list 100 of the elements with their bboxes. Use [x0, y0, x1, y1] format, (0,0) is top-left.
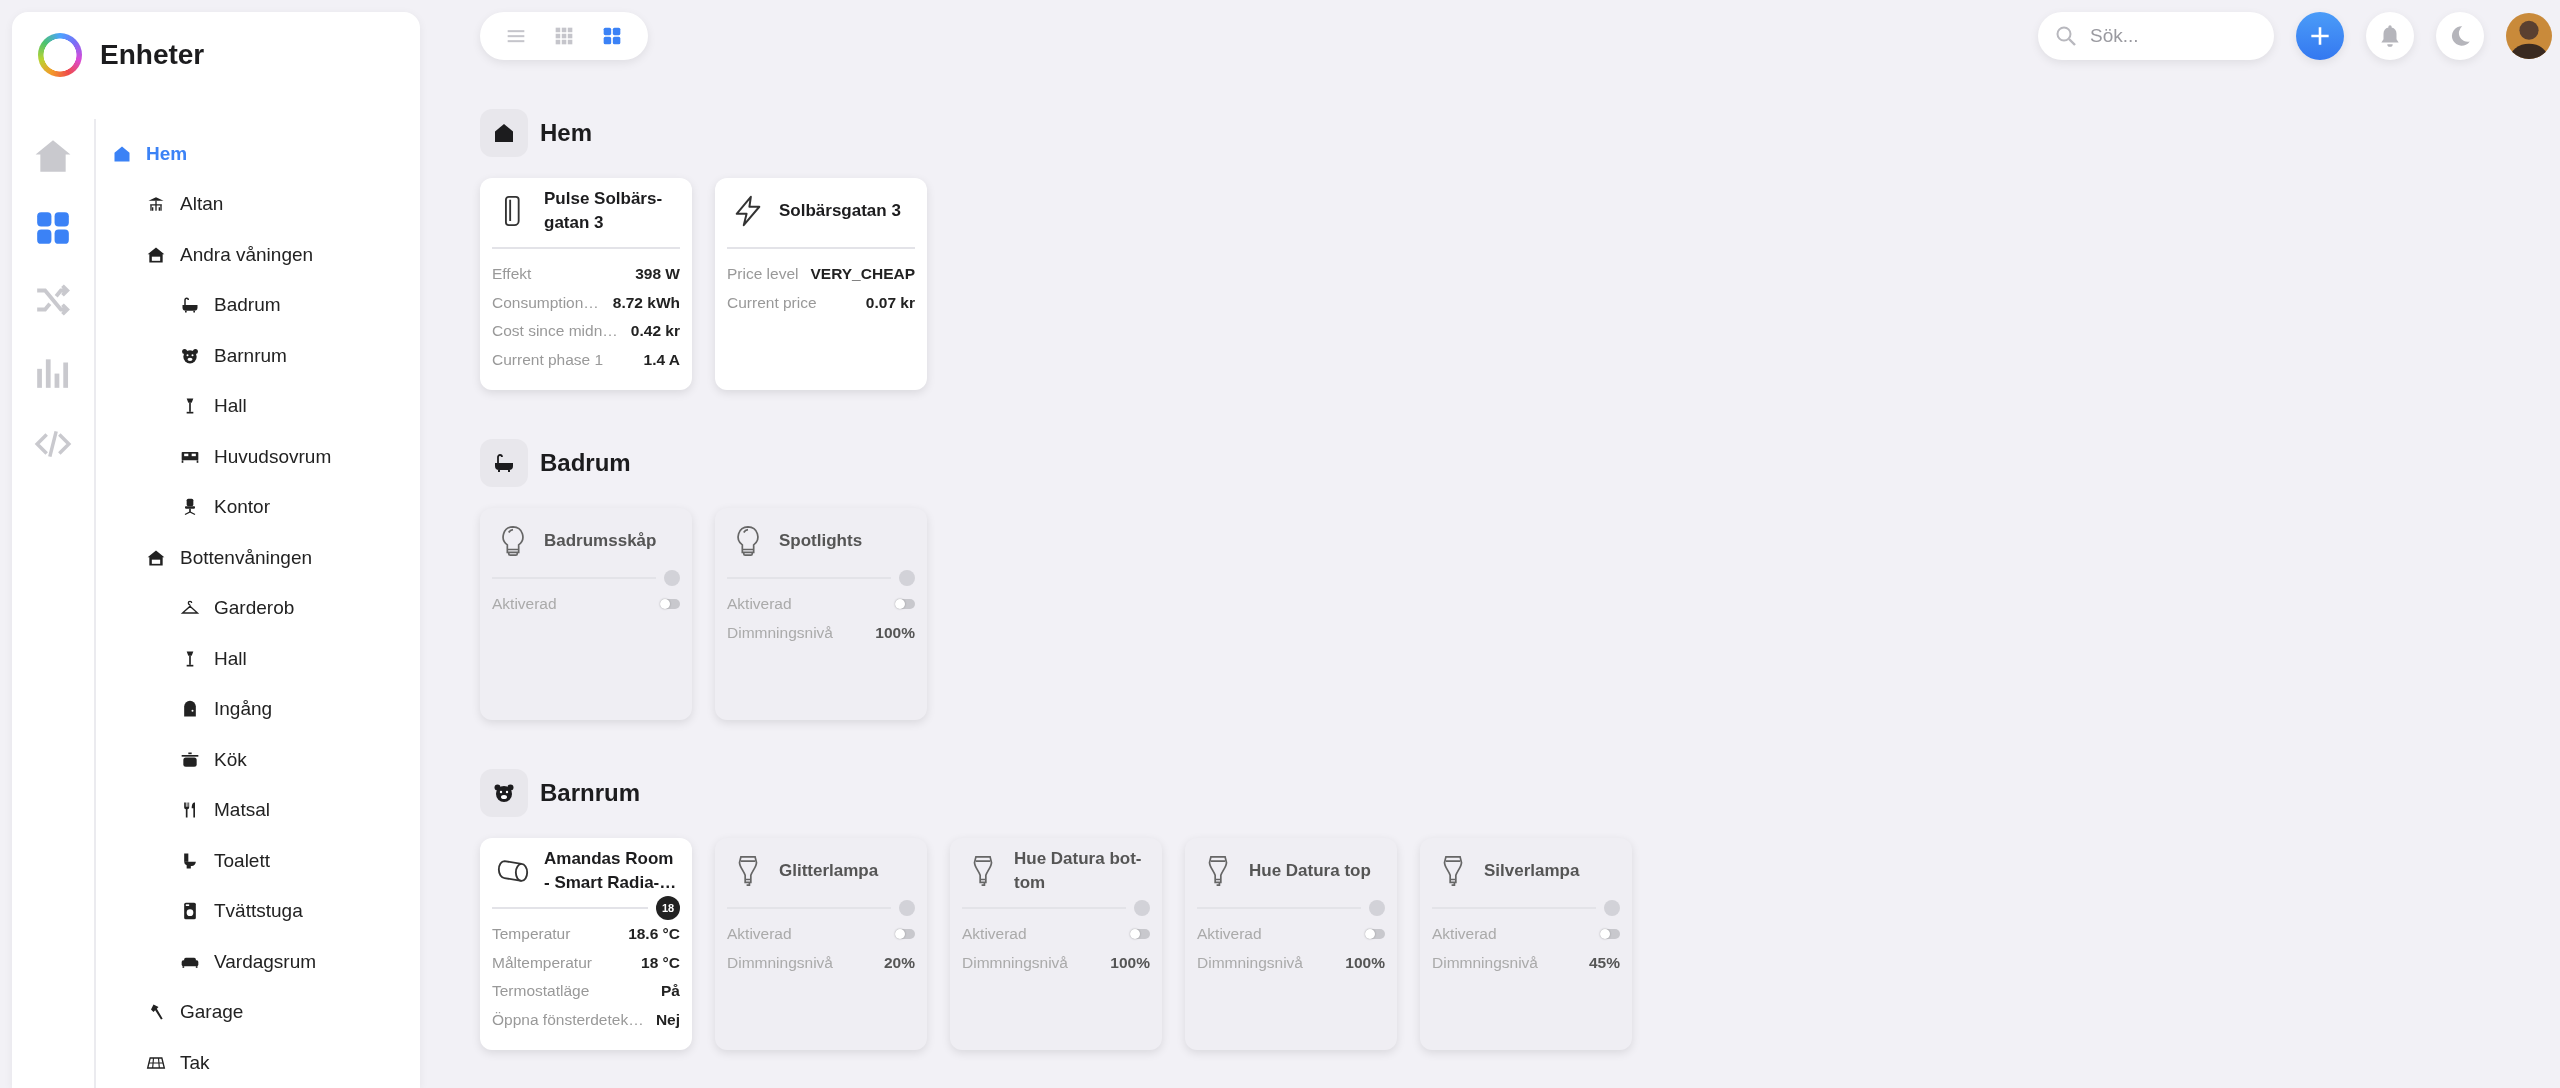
toggle-switch[interactable] [1600, 929, 1620, 940]
tree-item[interactable]: Hem [96, 128, 332, 179]
attribute-value: Nej [655, 1010, 680, 1029]
attribute-value: 398 W [635, 265, 680, 284]
device-name: Glitterlampa [779, 860, 879, 883]
tree-item[interactable]: Altan [96, 179, 332, 230]
tree-item[interactable]: Matsal [96, 785, 332, 836]
slider-knob[interactable] [899, 570, 915, 586]
house-icon [492, 121, 516, 145]
slider-knob[interactable] [1604, 900, 1620, 916]
attribute-label: Temperatur [492, 925, 571, 944]
ring-logo-icon [38, 33, 82, 78]
device-name: Hue Datura bot-tom [1014, 848, 1143, 894]
toggle-switch[interactable] [1365, 929, 1385, 940]
attribute-label: Price level [727, 265, 799, 284]
attribute-value: 0.42 kr [630, 322, 680, 341]
attribute-label: Termostatläge [492, 982, 590, 1001]
tree-item[interactable]: Badrum [96, 280, 332, 331]
device-card[interactable]: Glitterlampa Aktiverad Dimmningsnivå 20% [715, 838, 927, 1050]
slider-knob[interactable] [1369, 900, 1385, 916]
tree-item[interactable]: Hall [96, 381, 332, 432]
tree-item[interactable]: Hall [96, 633, 332, 684]
attribute-value: 8.72 kWh [612, 293, 680, 312]
device-name: Badrumsskåp [544, 530, 657, 553]
attribute-label: Cost since midn… [492, 322, 618, 341]
attribute-label: Måltemperatur [492, 953, 592, 972]
attribute-value: 20% [883, 953, 915, 972]
tree-item[interactable]: Ingång [96, 684, 332, 735]
device-name: Solbärsgatan 3 [779, 200, 901, 223]
device-name: Spotlights [779, 530, 863, 553]
device-card[interactable]: Amandas Room - Smart Radia-… 18 Temperatur 18.6 °C Måltemperatur 18 °C Termostatläge På Öppna fönsterdetek… Nej [480, 838, 692, 1050]
device-card[interactable]: Solbärsgatan 3 Price level VERY_CHEAP Current price 0.07 kr [715, 178, 927, 390]
page-title: Enheter [100, 39, 205, 72]
tree-item[interactable]: Tak [96, 1037, 332, 1088]
slider-knob[interactable] [1134, 900, 1150, 916]
tree-item[interactable]: Garderob [96, 583, 332, 634]
attribute-label: Current phase 1 [492, 350, 604, 369]
device-name: Amandas Room - Smart Radia-… [544, 848, 678, 894]
attribute-value: 1.4 A [643, 350, 680, 369]
search-field[interactable]: Sök... [2038, 12, 2274, 60]
toggle-switch[interactable] [895, 929, 915, 940]
device-card[interactable]: Hue Datura bot-tom Aktiverad Dimmningsnivå 100% [950, 838, 1162, 1050]
tree-item[interactable]: Kontor [96, 482, 332, 533]
attribute-label: Aktiverad [727, 925, 792, 944]
section-title: Hem [540, 119, 593, 147]
attribute-value: 0.07 kr [865, 293, 915, 312]
attribute-label: Dimmningsnivå [1432, 953, 1538, 972]
bathtub-icon [180, 295, 200, 316]
attribute-value: VERY_CHEAP [810, 265, 915, 284]
attribute-label: Dimmningsnivå [962, 953, 1068, 972]
target-temperature-badge[interactable]: 18 [656, 896, 680, 920]
grid-view-icon[interactable] [602, 26, 622, 46]
tree-item[interactable]: Huvudsovrum [96, 431, 332, 482]
tree-item[interactable]: Garage [96, 987, 332, 1038]
attribute-label: Aktiverad [962, 925, 1027, 944]
device-name: Pulse Solbärs-gatan 3 [544, 188, 664, 234]
attribute-value: På [661, 982, 680, 1001]
avatar[interactable] [2506, 13, 2552, 59]
tree-item[interactable]: Tvättstuga [96, 886, 332, 937]
slider-knob[interactable] [899, 900, 915, 916]
device-card[interactable]: Pulse Solbärs-gatan 3 Effekt 398 W Consumption… 8.72 kWh Cost since midn… 0.42 kr Current phase 1 1.4 A [480, 178, 692, 390]
attribute-label: Aktiverad [727, 595, 792, 614]
add-button[interactable] [2296, 12, 2344, 60]
attribute-label: Dimmningsnivå [727, 623, 833, 642]
toggle-switch[interactable] [1130, 929, 1150, 940]
device-name: Hue Datura top [1249, 860, 1371, 883]
attribute-label: Dimmningsnivå [1197, 953, 1303, 972]
tree-item[interactable]: Andra våningen [96, 229, 332, 280]
attribute-label: Aktiverad [1432, 925, 1497, 944]
tree-item[interactable]: Barnrum [96, 330, 332, 381]
toggle-switch[interactable] [660, 599, 680, 610]
small-grid-view-icon[interactable] [554, 26, 574, 46]
tree-item[interactable]: Vardagsrum [96, 936, 332, 987]
attribute-label: Current price [727, 293, 817, 312]
attribute-value: 100% [875, 623, 915, 642]
toggle-switch[interactable] [895, 599, 915, 610]
tree-item[interactable]: Toalett [96, 835, 332, 886]
attribute-value: 18.6 °C [628, 925, 680, 944]
attribute-value: 18 °C [641, 953, 680, 972]
attribute-label: Dimmningsnivå [727, 953, 833, 972]
device-card[interactable]: Spotlights Aktiverad Dimmningsnivå 100% [715, 508, 927, 720]
dark-mode-button[interactable] [2436, 12, 2484, 60]
section-title: Barnrum [540, 779, 641, 807]
search-icon [2054, 24, 2078, 48]
notifications-button[interactable] [2366, 12, 2414, 60]
attribute-label: Aktiverad [492, 595, 557, 614]
tree-item[interactable]: Kök [96, 734, 332, 785]
section-title: Badrum [540, 449, 631, 477]
attribute-value: 45% [1588, 953, 1620, 972]
attribute-label: Aktiverad [1197, 925, 1262, 944]
device-card[interactable]: Hue Datura top Aktiverad Dimmningsnivå 100% [1185, 838, 1397, 1050]
tree-item[interactable]: Bottenvåningen [96, 532, 332, 583]
attribute-value: 100% [1110, 953, 1150, 972]
device-card[interactable]: Silverlampa Aktiverad Dimmningsnivå 45% [1420, 838, 1632, 1050]
attribute-value: 100% [1345, 953, 1385, 972]
device-card[interactable]: Badrumsskåp Aktiverad [480, 508, 692, 720]
attribute-label: Consumption… [492, 293, 599, 312]
slider-knob[interactable] [664, 570, 680, 586]
attribute-label: Effekt [492, 265, 532, 284]
attribute-label: Öppna fönsterdetek… [492, 1010, 644, 1029]
